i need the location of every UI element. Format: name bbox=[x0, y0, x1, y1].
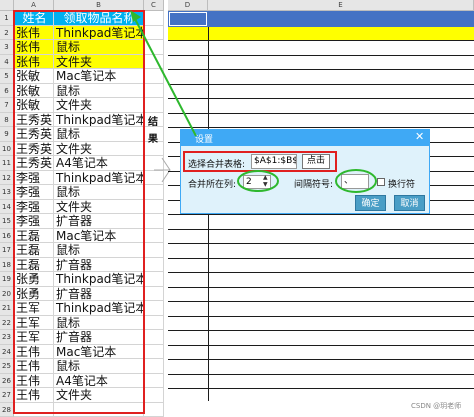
watermark: CSDN @玥老师 bbox=[411, 401, 461, 411]
header-pointer-arrow-icon bbox=[130, 10, 141, 22]
column-input-highlight-icon bbox=[238, 171, 278, 191]
header-pointer-line bbox=[134, 17, 196, 136]
annotation-overlay bbox=[0, 0, 474, 415]
separator-input-highlight-icon bbox=[336, 170, 376, 192]
